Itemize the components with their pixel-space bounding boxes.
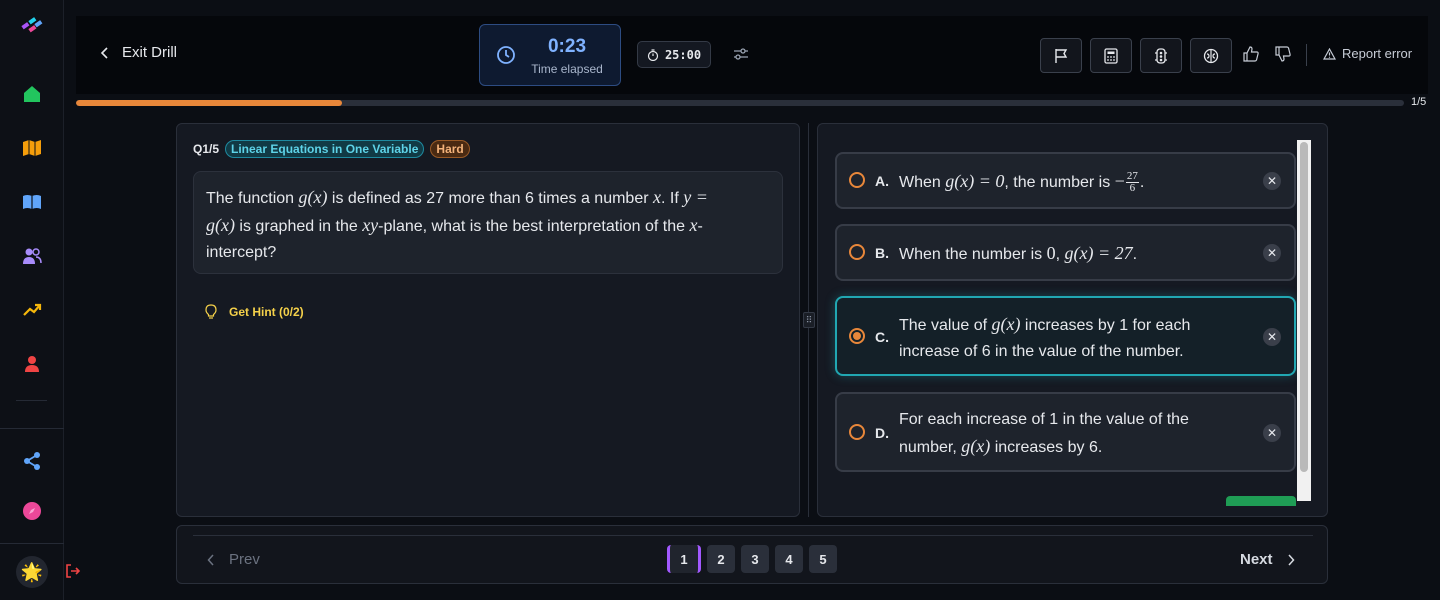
time-limit-value: 25:00: [664, 47, 702, 62]
ai-tutor-button[interactable]: [1190, 38, 1232, 73]
settings-sliders-icon[interactable]: [733, 46, 749, 67]
difficulty-badge: Hard: [430, 140, 470, 158]
avatar[interactable]: 🌟: [16, 556, 48, 588]
exit-drill-label: Exit Drill: [122, 44, 177, 61]
answers-panel: A. When g(x) = 0, the number is −27 6. ✕ …: [817, 123, 1328, 517]
progress-fill: [76, 100, 342, 106]
map-icon[interactable]: [20, 136, 44, 160]
page-buttons: 12345: [667, 545, 837, 573]
eliminate-option-button[interactable]: ✕: [1263, 328, 1281, 346]
toolbar-separator: [1306, 44, 1307, 66]
thumbs-up-icon[interactable]: [1243, 46, 1259, 67]
option-radio[interactable]: [849, 424, 865, 440]
report-error-button[interactable]: Report error: [1323, 46, 1412, 61]
resize-handle-icon[interactable]: ⠿: [803, 312, 815, 328]
option-radio[interactable]: [849, 244, 865, 260]
option-letter: D.: [875, 425, 889, 441]
clock-icon: [497, 46, 515, 64]
option-letter: B.: [875, 245, 889, 261]
avatar-emoji: 🌟: [20, 561, 44, 582]
page-button-1[interactable]: 1: [667, 545, 701, 573]
page-button-4[interactable]: 4: [775, 545, 803, 573]
compass-icon[interactable]: [20, 499, 44, 523]
answer-option-d[interactable]: D. For each increase of 1 in the value o…: [835, 392, 1296, 472]
flag-button[interactable]: [1040, 38, 1082, 73]
page-button-2[interactable]: 2: [707, 545, 735, 573]
question-navigation: Prev 12345 Next: [176, 525, 1328, 584]
next-button[interactable]: Next: [1240, 551, 1295, 568]
sidebar: 🌟: [0, 0, 64, 600]
page-button-3[interactable]: 3: [741, 545, 769, 573]
formula-sheet-button[interactable]: [1140, 38, 1182, 73]
question-number: Q1/5: [193, 142, 220, 156]
nav-divider: [193, 535, 1313, 536]
trending-up-icon[interactable]: [20, 298, 44, 322]
option-letter: C.: [875, 329, 889, 345]
submit-button-partial[interactable]: [1226, 496, 1296, 506]
scrollbar-thumb[interactable]: [1300, 142, 1308, 472]
timer-label: Time elapsed: [531, 62, 603, 76]
topic-badge: Linear Equations in One Variable: [225, 140, 425, 158]
option-radio[interactable]: [849, 172, 865, 188]
progress-label: 1/5: [1411, 96, 1427, 108]
question-header: Q1/5 Linear Equations in One Variable Ha…: [193, 140, 470, 158]
prev-label: Prev: [229, 551, 260, 568]
lightbulb-icon: [205, 304, 217, 319]
elapsed-timer: 0:23 Time elapsed: [479, 24, 621, 86]
calculator-icon: [1104, 47, 1118, 64]
option-letter: A.: [875, 173, 889, 189]
option-text: For each increase of 1 in the value of t…: [899, 411, 1189, 456]
get-hint-button[interactable]: Get Hint (0/2): [205, 304, 304, 320]
stopwatch-icon: [647, 48, 659, 61]
calculator-button[interactable]: [1090, 38, 1132, 73]
flag-icon: [1055, 48, 1068, 63]
fraction: 27 6: [1125, 170, 1139, 195]
question-panel: Q1/5 Linear Equations in One Variable Ha…: [176, 123, 800, 517]
time-limit-badge[interactable]: 25:00: [637, 41, 711, 68]
answer-option-c[interactable]: C. The value of g(x) increases by 1 for …: [835, 296, 1296, 376]
sidebar-divider: [16, 400, 47, 401]
option-radio-selected[interactable]: [849, 328, 865, 344]
chevron-right-icon: [1287, 553, 1295, 566]
sidebar-divider: [0, 543, 64, 544]
chevron-left-icon: [207, 553, 214, 566]
formula-icon: [1155, 47, 1167, 64]
page-button-5[interactable]: 5: [809, 545, 837, 573]
brain-icon: [1203, 48, 1219, 63]
thumbs-down-icon[interactable]: [1275, 46, 1291, 67]
share-icon[interactable]: [20, 449, 44, 473]
report-error-label: Report error: [1342, 46, 1413, 61]
user-icon[interactable]: [20, 352, 44, 376]
users-icon[interactable]: [20, 244, 44, 268]
prev-button[interactable]: Prev: [207, 551, 260, 568]
chevron-left-icon: [100, 46, 108, 59]
timer-value: 0:23: [547, 36, 587, 57]
option-text: When g(x) = 0, the number is −27 6.: [899, 170, 1145, 195]
option-text: When the number is 0, g(x) = 27.: [899, 243, 1138, 263]
next-label: Next: [1240, 551, 1273, 568]
exit-drill-button[interactable]: Exit Drill: [100, 44, 177, 61]
top-bar: Exit Drill 0:23 Time elapsed 25:00 Repor…: [76, 16, 1428, 94]
eliminate-option-button[interactable]: ✕: [1263, 424, 1281, 442]
answer-option-b[interactable]: B. When the number is 0, g(x) = 27. ✕: [835, 224, 1296, 281]
option-text: The value of g(x) increases by 1 for eac…: [899, 314, 1191, 360]
eliminate-option-button[interactable]: ✕: [1263, 172, 1281, 190]
scrollbar[interactable]: [1297, 140, 1311, 501]
warning-icon: [1323, 47, 1336, 60]
logout-icon[interactable]: [64, 562, 82, 580]
sidebar-divider: [0, 428, 64, 429]
eliminate-option-button[interactable]: ✕: [1263, 244, 1281, 262]
progress-bar: [76, 100, 1404, 106]
question-text: The function g(x) is defined as 27 more …: [193, 171, 783, 274]
brand-logo-icon[interactable]: [20, 14, 44, 38]
home-icon[interactable]: [20, 82, 44, 106]
get-hint-label: Get Hint (0/2): [229, 305, 304, 319]
answer-option-a[interactable]: A. When g(x) = 0, the number is −27 6. ✕: [835, 152, 1296, 209]
book-icon[interactable]: [20, 190, 44, 214]
